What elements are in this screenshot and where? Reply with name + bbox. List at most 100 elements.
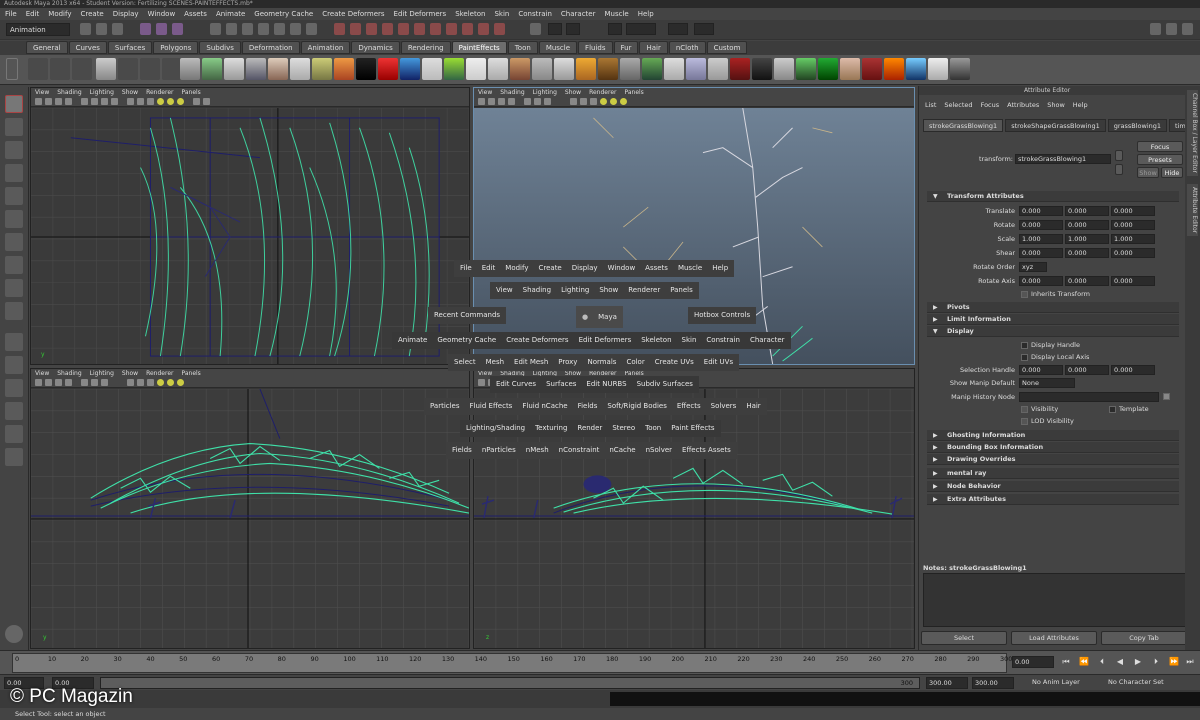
presets-button[interactable]: Presets (1137, 154, 1183, 165)
smooth-shade-icon[interactable] (137, 98, 144, 105)
hotbox-item[interactable]: Mesh (486, 354, 504, 371)
rotate-axis-x-field[interactable]: 0.000 (1019, 276, 1063, 286)
image-plane-icon[interactable] (65, 379, 72, 386)
brush-preset-icon[interactable] (686, 58, 706, 80)
hotbox-item[interactable]: nMesh (526, 442, 549, 459)
mask-curves-icon[interactable] (242, 23, 253, 35)
vp-menu-shading[interactable]: Shading (57, 88, 81, 97)
hotbox-item[interactable]: Color (626, 354, 644, 371)
menu-animate[interactable]: Animate (216, 8, 245, 20)
mask-surfaces-icon[interactable] (258, 23, 269, 35)
hotbox-item[interactable]: Edit (482, 260, 496, 277)
character-set-dropdown[interactable]: No Character Set (1106, 677, 1176, 689)
attribute-editor-tab[interactable]: Attribute Editor (1187, 184, 1198, 237)
snap-curve-icon[interactable] (350, 23, 361, 35)
select-tool-icon[interactable] (5, 95, 23, 113)
wireframe-icon[interactable] (570, 98, 577, 105)
image-plane-icon[interactable] (65, 98, 72, 105)
mask-rendering-icon[interactable] (306, 23, 317, 35)
hotbox-item[interactable]: Fluid nCache (522, 398, 567, 415)
select-object-icon[interactable] (156, 23, 167, 35)
hotbox-item[interactable]: Proxy (558, 354, 577, 371)
menu-modify[interactable]: Modify (48, 8, 71, 20)
menu-edit-deformers[interactable]: Edit Deformers (394, 8, 447, 20)
stroke-brush-icon[interactable] (140, 58, 160, 80)
hotbox-item[interactable]: Stereo (612, 420, 635, 437)
hotbox-item[interactable]: Modify (505, 260, 528, 277)
brush-preset-icon[interactable] (488, 58, 508, 80)
camera-icon[interactable] (478, 98, 485, 105)
vp-menu-shading[interactable]: Shading (500, 88, 524, 97)
hotbox-item[interactable]: Toon (645, 420, 661, 437)
resolution-gate-icon[interactable] (101, 379, 108, 386)
show-manipulator-icon[interactable] (5, 279, 23, 297)
brush-preset-icon[interactable] (180, 58, 200, 80)
map-button-icon[interactable] (1163, 393, 1170, 400)
hotbox-item[interactable]: Show (599, 282, 618, 299)
play-forwards-icon[interactable]: ▶ (1132, 656, 1144, 668)
shelf-tab-toon[interactable]: Toon (507, 41, 538, 54)
persp-graph-layout-icon[interactable] (5, 402, 23, 420)
section-pivots[interactable]: ▶ Pivots (927, 302, 1179, 313)
section-node-behavior[interactable]: ▶ Node Behavior (927, 481, 1179, 492)
rotate-tool-icon[interactable] (5, 187, 23, 205)
step-back-key-icon[interactable]: ⏴ (1096, 656, 1108, 668)
hotbox-item[interactable]: Create Deformers (506, 332, 568, 349)
show-manip-default-dropdown[interactable]: None (1019, 378, 1075, 388)
brush-preset-icon[interactable] (884, 58, 904, 80)
soft-mod-tool-icon[interactable] (5, 256, 23, 274)
default-light-icon[interactable] (157, 98, 164, 105)
brush-preset-icon[interactable] (576, 58, 596, 80)
hotbox-item[interactable]: Display (572, 260, 598, 277)
mode-selector[interactable]: Animation (6, 23, 70, 36)
shelf-tab-surfaces[interactable]: Surfaces (107, 41, 153, 54)
manip-history-node-field[interactable] (1019, 392, 1159, 402)
viewport-front[interactable]: View Shading Lighting Show Renderer Pane… (30, 368, 470, 649)
vp-menu-lighting[interactable]: Lighting (90, 369, 114, 378)
textured-icon[interactable] (590, 98, 597, 105)
hide-button[interactable]: Hide (1161, 167, 1183, 178)
four-view-layout-icon[interactable] (5, 356, 23, 374)
snap-grid-icon[interactable] (334, 23, 345, 35)
hotbox-item[interactable]: Edit UVs (704, 354, 733, 371)
single-perspective-layout-icon[interactable] (5, 333, 23, 351)
brush-preset-icon[interactable] (664, 58, 684, 80)
manipulator-tool-icon[interactable] (5, 233, 23, 251)
bookmark-icon[interactable] (55, 98, 62, 105)
shadows-icon[interactable] (620, 98, 627, 105)
ae-menu-selected[interactable]: Selected (944, 99, 972, 111)
ae-menu-show[interactable]: Show (1047, 99, 1065, 111)
vp-menu-view[interactable]: View (35, 369, 49, 378)
menu-create[interactable]: Create (80, 8, 103, 20)
all-lights-icon[interactable] (167, 98, 174, 105)
brush-preset-icon[interactable] (620, 58, 640, 80)
hotbox-item[interactable]: Create UVs (655, 354, 694, 371)
shelf-tab-dynamics[interactable]: Dynamics (351, 41, 400, 54)
hotbox-item[interactable]: Fields (578, 398, 598, 415)
menu-muscle[interactable]: Muscle (604, 8, 628, 20)
ae-menu-list[interactable]: List (925, 99, 936, 111)
brush-preset-icon[interactable] (840, 58, 860, 80)
hotbox-item[interactable]: Fields (452, 442, 472, 459)
shelf-tab-general[interactable]: General (26, 41, 68, 54)
shelf-tab-animation[interactable]: Animation (300, 41, 351, 54)
menu-edit[interactable]: Edit (26, 8, 40, 20)
hotbox-item[interactable]: Skin (682, 332, 697, 349)
ipr-render-icon[interactable] (478, 23, 489, 35)
teapot-icon[interactable] (5, 625, 23, 643)
translate-x-field[interactable]: 0.000 (1019, 206, 1063, 216)
shelf-tab-subdivs[interactable]: Subdivs (199, 41, 241, 54)
mask-joints-icon[interactable] (226, 23, 237, 35)
textured-icon[interactable] (147, 379, 154, 386)
hotbox-recent-commands[interactable]: Recent Commands (428, 307, 507, 324)
shelf-tab-deformation[interactable]: Deformation (241, 41, 300, 54)
camera-attr-icon[interactable] (45, 379, 52, 386)
go-to-end-icon[interactable]: ⏭ (1184, 656, 1196, 668)
viewport-top[interactable]: View Shading Lighting Show Renderer Pane… (30, 87, 470, 365)
section-ghosting-information[interactable]: ▶ Ghosting Information (927, 430, 1179, 441)
brush-preset-icon[interactable] (774, 58, 794, 80)
hotbox-item[interactable]: Soft/Rigid Bodies (607, 398, 666, 415)
brush-preset-icon[interactable] (928, 58, 948, 80)
vp-menu-renderer[interactable]: Renderer (146, 369, 173, 378)
menu-assets[interactable]: Assets (184, 8, 207, 20)
